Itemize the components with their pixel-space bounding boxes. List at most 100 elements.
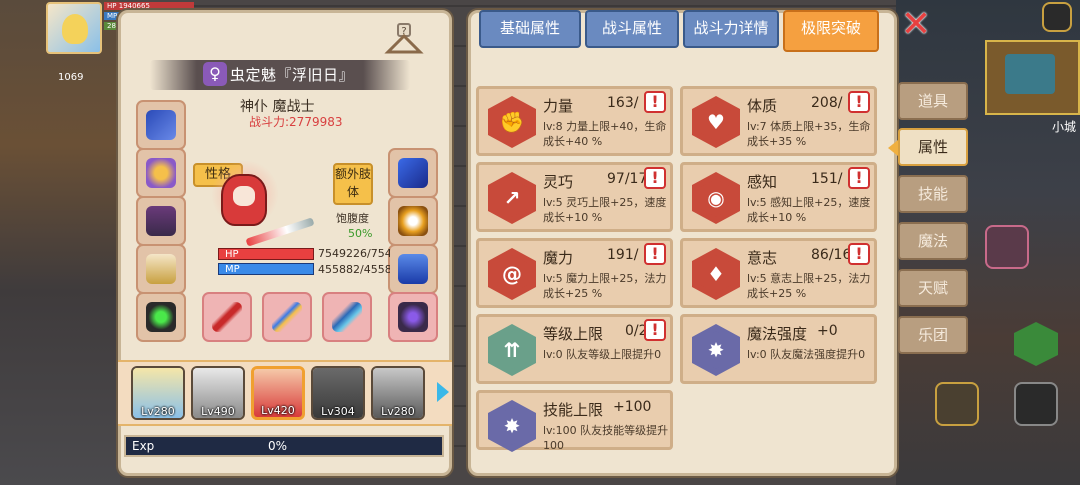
heart-body-icon: ♥ (707, 110, 725, 134)
equip-slot-armor[interactable] (136, 244, 186, 294)
attr-name: 等级上限 (543, 325, 604, 343)
attr-desc: lv:0 队友等级上限提升0 (543, 348, 662, 361)
party-portrait[interactable]: Lv304 (311, 366, 365, 420)
attr-name: 技能上限 (543, 401, 604, 419)
potion-icon[interactable] (985, 225, 1029, 269)
equip-slot-gauntlet[interactable] (388, 148, 438, 198)
magic-burst-icon: ✸ (707, 338, 725, 362)
minimap[interactable] (985, 40, 1080, 115)
character-title: 虫定魅『浮旧日』 (230, 66, 355, 84)
player-avatar[interactable] (46, 2, 102, 54)
tab-limit-break[interactable]: 极限突破 (783, 10, 879, 52)
female-gender-icon: ♀ (203, 62, 227, 86)
attr-card-will[interactable]: ♦ 意志 86/16 lv:5 意志上限+25，法力成长+25 % ! (680, 238, 877, 308)
side-menu-talents[interactable]: 天赋 (898, 269, 968, 307)
attr-card-magic-power[interactable]: ✸ 魔法强度 +0 lv:0 队友魔法强度提升0 (680, 314, 877, 384)
attr-desc: lv:5 魔力上限+25，法力成长+25 % (543, 272, 667, 300)
attr-desc: lv:5 灵巧上限+25，速度成长+10 % (543, 196, 667, 224)
alert-icon[interactable]: ! (644, 319, 666, 341)
party-portrait-selected[interactable]: Lv420 (251, 366, 305, 420)
party-portrait[interactable]: Lv490 (191, 366, 245, 420)
attr-desc: lv:8 力量上限+40，生命成长+40 % (543, 120, 667, 148)
portrait-level: Lv304 (321, 405, 355, 418)
muscle-icon: ✊ (499, 110, 525, 134)
attr-desc: lv:0 队友魔法强度提升0 (747, 348, 866, 361)
equip-slot-necklace[interactable] (136, 148, 186, 198)
blue-gauntlet-icon (398, 158, 428, 188)
settings-toggle-icon[interactable] (1042, 2, 1072, 32)
alert-icon[interactable]: ! (848, 91, 870, 113)
attr-desc: lv:100 队友技能等级提升100 (543, 424, 669, 452)
red-blade-icon (212, 302, 242, 332)
equip-slot-ring[interactable] (388, 196, 438, 246)
equip-slot-weapon-2[interactable] (262, 292, 312, 342)
party-portrait[interactable]: Lv280 (131, 366, 185, 420)
attr-card-constitution[interactable]: ♥ 体质 208/ lv:7 体质上限+35，生命成长+35 % ! (680, 86, 877, 156)
dark-helm-icon (398, 302, 428, 332)
tab-power-details[interactable]: 战斗力详情 (683, 10, 779, 48)
bow-icon[interactable] (1014, 382, 1058, 426)
portrait-level: Lv490 (201, 405, 235, 418)
white-gold-armor-icon (146, 254, 176, 284)
side-menu-skills[interactable]: 技能 (898, 175, 968, 213)
alert-icon[interactable]: ! (644, 167, 666, 189)
side-menu-items[interactable]: 道具 (898, 82, 968, 120)
attr-card-strength[interactable]: ✊ 力量 163/ lv:8 力量上限+40，生命成长+40 % ! (476, 86, 673, 156)
equip-slot-hat[interactable] (136, 100, 186, 150)
attr-value: +0 (817, 323, 838, 339)
attr-name: 魔法强度 (747, 325, 808, 343)
attr-name: 感知 (747, 173, 778, 191)
eye-icon: ◉ (707, 186, 725, 210)
side-menu-magic[interactable]: 魔法 (898, 222, 968, 260)
scroll-right-arrow-icon[interactable] (437, 382, 449, 402)
player-hp-bar: HP 1940665 (104, 2, 194, 10)
equip-slot-helm[interactable] (388, 292, 438, 342)
flame-head-icon: ♦ (707, 262, 725, 286)
attr-card-magic[interactable]: @ 魔力 191/ lv:5 魔力上限+25，法力成长+25 % ! (476, 238, 673, 308)
attr-name: 魔力 (543, 249, 574, 267)
alert-icon[interactable]: ! (848, 243, 870, 265)
extra-limb-button[interactable]: 额外肢体 (333, 163, 373, 205)
close-icon[interactable]: ✕ (899, 7, 933, 43)
equip-slot-boots[interactable] (388, 244, 438, 294)
portrait-level: Lv420 (261, 404, 295, 417)
portrait-level: Lv280 (141, 405, 175, 418)
tab-basic-attributes[interactable]: 基础属性 (479, 10, 581, 48)
hero-hp-bar: HP (218, 248, 314, 260)
swirl-icon: @ (502, 262, 522, 286)
blue-boots-icon (398, 254, 428, 284)
attr-name: 体质 (747, 97, 778, 115)
alert-icon[interactable]: ! (644, 91, 666, 113)
attr-card-perception[interactable]: ◉ 感知 151/ lv:5 感知上限+25，速度成长+10 % ! (680, 162, 877, 232)
hero-face (233, 186, 255, 206)
attr-desc: lv:5 意志上限+25，法力成长+25 % (747, 272, 871, 300)
character-power: 战斗力:2779983 (249, 115, 343, 129)
attr-name: 意志 (747, 249, 778, 267)
attr-card-skill-cap[interactable]: ✸ 技能上限 +100 lv:100 队友技能等级提升100 (476, 390, 673, 452)
alert-icon[interactable]: ! (848, 167, 870, 189)
attr-desc: lv:7 体质上限+35，生命成长+35 % (747, 120, 871, 148)
green-gem-icon (146, 302, 176, 332)
equip-slot-accessory[interactable] (136, 292, 186, 342)
attr-card-agility[interactable]: ↗ 灵巧 97/17 lv:5 灵巧上限+25，速度成长+10 % ! (476, 162, 673, 232)
side-menu-attributes[interactable]: 属性 (888, 128, 968, 166)
fish-weapon-icon (332, 302, 362, 332)
purple-cloak-icon (146, 206, 176, 236)
gold-necklace-icon (146, 158, 176, 188)
attr-value: +100 (613, 399, 652, 415)
party-portrait[interactable]: Lv280 (371, 366, 425, 420)
equip-slot-weapon-1[interactable] (202, 292, 252, 342)
exp-label: Exp (132, 439, 155, 453)
attr-name: 灵巧 (543, 173, 574, 191)
sword-attack-icon[interactable] (935, 382, 979, 426)
tab-combat-attributes[interactable]: 战斗属性 (585, 10, 679, 48)
alert-icon[interactable]: ! (644, 243, 666, 265)
equip-slot-cloak[interactable] (136, 196, 186, 246)
attr-card-level-cap[interactable]: ⇈ 等级上限 0/28 lv:0 队友等级上限提升0 ! (476, 314, 673, 384)
equip-slot-weapon-3[interactable] (322, 292, 372, 342)
satiety-label: 饱腹度 (336, 212, 369, 225)
hanger-icon[interactable]: ? (384, 22, 424, 58)
hero-hp-value: 7549226/7549226 (318, 247, 390, 260)
side-menu-band[interactable]: 乐团 (898, 316, 968, 354)
arrows-up-icon: ⇈ (503, 338, 521, 362)
